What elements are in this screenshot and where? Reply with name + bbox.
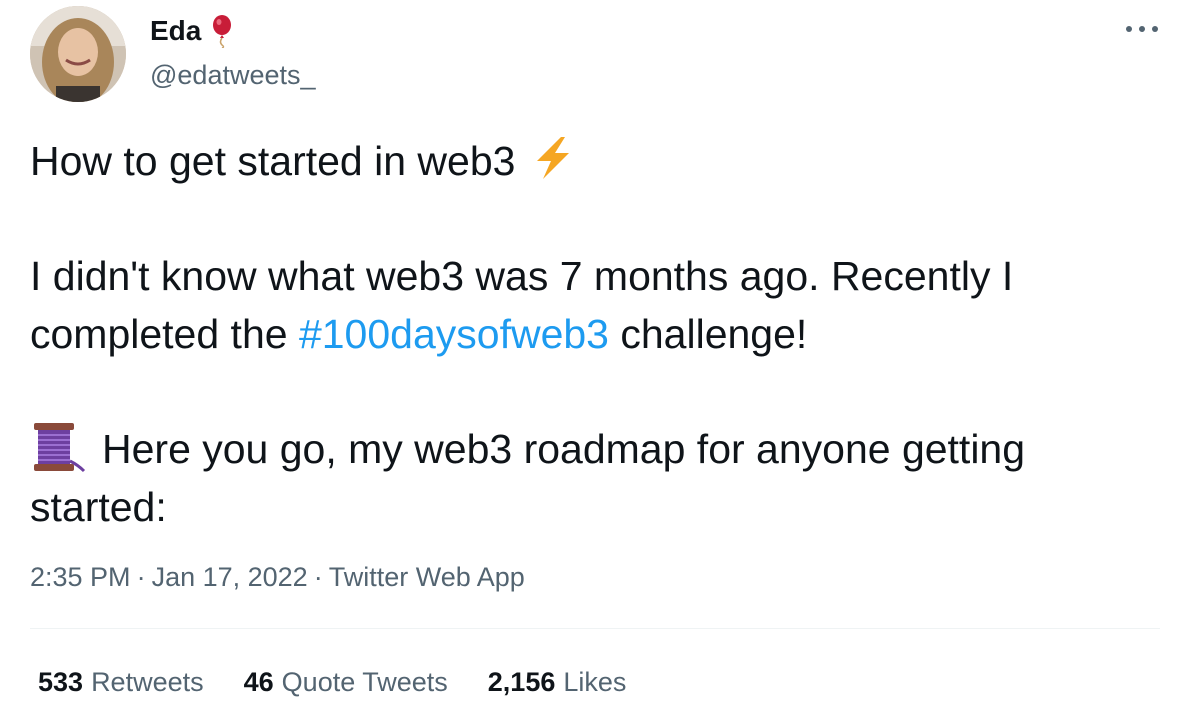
balloon-icon	[213, 15, 232, 48]
tweet-source[interactable]: Twitter Web App	[329, 562, 525, 592]
more-dot	[1126, 26, 1132, 32]
more-dot	[1139, 26, 1145, 32]
author-name-text: Eda	[150, 15, 202, 46]
divider	[30, 628, 1160, 629]
meta-separator: ·	[313, 562, 323, 592]
author-handle[interactable]: @edatweets_	[150, 58, 316, 92]
likes-label: Likes	[563, 667, 627, 697]
quote-tweets-stat[interactable]: 46 Quote Tweets	[244, 665, 448, 699]
avatar-photo	[30, 6, 126, 102]
quote-tweets-label: Quote Tweets	[281, 667, 448, 697]
retweets-stat[interactable]: 533 Retweets	[38, 665, 204, 699]
more-dot	[1152, 26, 1158, 32]
retweets-count: 533	[38, 667, 84, 697]
tweet-date[interactable]: Jan 17, 2022	[152, 562, 308, 592]
more-options-icon[interactable]	[1122, 14, 1162, 44]
bolt-icon	[536, 137, 569, 179]
tweet-line-3-end: challenge!	[608, 311, 808, 357]
tweet-line-1-text: How to get started in web3	[30, 138, 516, 184]
likes-stat[interactable]: 2,156 Likes	[488, 665, 627, 699]
author-display-name[interactable]: Eda	[150, 14, 233, 48]
likes-count: 2,156	[487, 667, 556, 697]
engagement-stats: 533 Retweets 46 Quote Tweets 2,156 Likes	[38, 665, 666, 699]
tweet-line-4: Here you go, my web3 roadmap for anyone …	[30, 420, 1170, 478]
tweet-line-3-start: completed the	[30, 311, 299, 357]
tweet-meta: 2:35 PM · Jan 17, 2022 · Twitter Web App	[30, 560, 525, 594]
hashtag-link[interactable]: #100daysofweb3	[299, 311, 609, 357]
tweet-line-1: How to get started in web3	[30, 132, 1170, 190]
thread-icon	[34, 423, 86, 473]
tweet-line-3: completed the #100daysofweb3 challenge!	[30, 305, 1170, 363]
tweet-line-5: started:	[30, 484, 167, 530]
quote-tweets-count: 46	[243, 667, 274, 697]
avatar[interactable]	[30, 6, 126, 102]
tweet-line-2: I didn't know what web3 was 7 months ago…	[30, 253, 1014, 299]
meta-separator: ·	[136, 562, 146, 592]
tweet-line-4-text: Here you go, my web3 roadmap for anyone …	[102, 426, 1026, 472]
tweet-text: How to get started in web3 I didn't know…	[30, 132, 1170, 536]
tweet-time[interactable]: 2:35 PM	[30, 562, 131, 592]
retweets-label: Retweets	[91, 667, 204, 697]
